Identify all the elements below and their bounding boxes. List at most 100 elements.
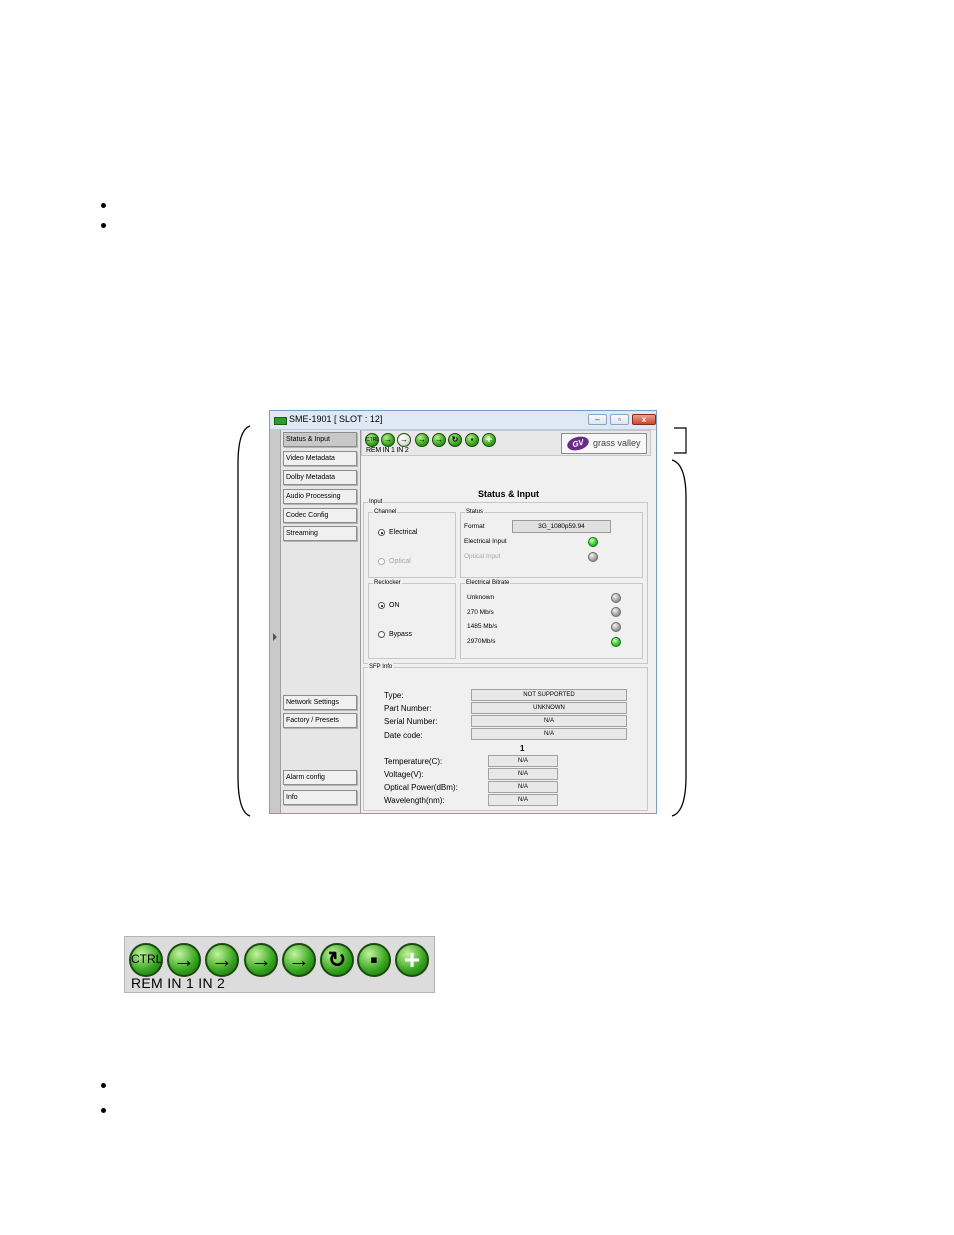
optical-input-label: Optical Input [464, 553, 501, 560]
collapse-strip[interactable] [270, 430, 281, 813]
app-window: SME-1901 [ SLOT : 12] – ▫ x Status & Inp… [269, 410, 657, 814]
electrical-input-label: Electrical Input [464, 538, 507, 545]
main-panel: CTRL → → → → ↻ ▪ + REM IN 1 IN 2 GV gras… [361, 430, 656, 813]
page-title: Status & Input [478, 489, 539, 499]
sidebar-nav: Status & Input Video Metadata Dolby Meta… [281, 430, 361, 813]
nav-streaming[interactable]: Streaming [283, 526, 357, 541]
radio-dot[interactable] [378, 558, 385, 565]
network-icon[interactable]: ▪ [357, 943, 391, 977]
sfp-part-label: Part Number: [384, 704, 432, 713]
bitrate-group: Electrical Bitrate Unknown 270 Mb/s 1485… [460, 579, 643, 659]
ctrl-icon[interactable]: CTRL [129, 943, 163, 977]
sfp-legend: SFP Info [368, 663, 394, 671]
bitrate-label: 2970Mb/s [467, 638, 496, 645]
nav-network-settings[interactable]: Network Settings [283, 695, 357, 710]
status-group: Status Format 3G_1080p59.94 Electrical I… [460, 508, 643, 578]
radio-reclocker-on[interactable]: ON [378, 602, 400, 609]
network-icon[interactable]: ▪ [465, 433, 479, 447]
plus-icon[interactable]: + [395, 943, 429, 977]
toolbar-labels: REM IN 1 IN 2 [366, 447, 409, 454]
sfp-optical-power-label: Optical Power(dBm): [384, 783, 458, 792]
sfp-wavelength-value: N/A [488, 794, 558, 806]
gv-mark-icon: GV [565, 434, 591, 453]
nav-audio-processing[interactable]: Audio Processing [283, 489, 357, 504]
reference-icon[interactable]: ↻ [448, 433, 462, 447]
reference-icon[interactable]: ↻ [320, 943, 354, 977]
minimize-button[interactable]: – [588, 414, 607, 425]
enlarged-status-toolbar: CTRL → → → → ↻ ▪ + REM IN 1 IN 2 [124, 936, 435, 993]
sfp-type-label: Type: [384, 691, 404, 700]
input2-arrow-icon[interactable]: → [397, 433, 411, 447]
sfp-type-value: NOT SUPPORTED [471, 689, 627, 701]
nav-status-input[interactable]: Status & Input [283, 432, 357, 447]
radio-on-label: ON [389, 602, 400, 609]
input-group: Input Channel Electrical Optical Status … [363, 498, 648, 664]
channel-legend: Channel [373, 508, 398, 516]
bitrate-led [611, 637, 621, 647]
right-bracket [671, 459, 687, 817]
radio-bypass-label: Bypass [389, 631, 412, 638]
logo-text: grass valley [593, 438, 641, 448]
radio-dot[interactable] [378, 631, 385, 638]
grass-valley-logo: GV grass valley [561, 433, 647, 454]
plus-icon[interactable]: + [482, 433, 496, 447]
sfp-serial-label: Serial Number: [384, 717, 438, 726]
input2-arrow-icon[interactable]: → [205, 943, 239, 977]
left-bracket [237, 425, 251, 817]
optical-input-led [588, 552, 598, 562]
reclocker-group: Reclocker ON Bypass [368, 579, 456, 659]
bitrate-led [611, 622, 621, 632]
sfp-channel-number: 1 [520, 744, 525, 753]
input1-arrow-icon[interactable]: → [167, 943, 201, 977]
bitrate-legend: Electrical Bitrate [465, 579, 511, 587]
nav-info[interactable]: Info [283, 790, 357, 805]
output2-arrow-icon[interactable]: → [282, 943, 316, 977]
status-legend: Status [465, 508, 485, 516]
radio-dot[interactable] [378, 529, 385, 536]
bullet-marker [101, 223, 106, 228]
radio-reclocker-bypass[interactable]: Bypass [378, 631, 412, 638]
radio-optical[interactable]: Optical [378, 558, 411, 565]
sfp-date-label: Date code: [384, 731, 423, 740]
input1-arrow-icon[interactable]: → [381, 433, 395, 447]
output2-arrow-icon[interactable]: → [432, 433, 446, 447]
sfp-serial-value: N/A [471, 715, 627, 727]
channel-group: Channel Electrical Optical [368, 508, 456, 578]
toolbar-labels: REM IN 1 IN 2 [131, 975, 226, 991]
reclocker-legend: Reclocker [373, 579, 402, 587]
radio-dot[interactable] [378, 602, 385, 609]
sfp-wavelength-label: Wavelength(nm): [384, 796, 445, 805]
nav-dolby-metadata[interactable]: Dolby Metadata [283, 470, 357, 485]
bitrate-label: 270 Mb/s [467, 609, 494, 616]
nav-alarm-config[interactable]: Alarm config [283, 770, 357, 785]
bullet-marker [101, 1083, 106, 1088]
nav-factory-presets[interactable]: Factory / Presets [283, 713, 357, 728]
nav-codec-config[interactable]: Codec Config [283, 508, 357, 523]
toolbar-bracket [674, 427, 687, 454]
bitrate-label: 1485 Mb/s [467, 623, 498, 630]
sfp-temperature-label: Temperature(C): [384, 757, 443, 766]
radio-electrical-label: Electrical [389, 529, 418, 536]
window-title: SME-1901 [ SLOT : 12] [289, 414, 383, 424]
ctrl-icon[interactable]: CTRL [365, 433, 379, 447]
status-toolbar: CTRL → → → → ↻ ▪ + REM IN 1 IN 2 GV gras… [361, 430, 651, 456]
bullet-marker [101, 203, 106, 208]
expand-arrow-icon[interactable] [273, 633, 277, 641]
format-value: 3G_1080p59.94 [512, 520, 611, 533]
title-bar[interactable]: SME-1901 [ SLOT : 12] – ▫ x [270, 411, 656, 430]
close-button[interactable]: x [632, 414, 656, 425]
input-legend: Input [368, 498, 384, 506]
sfp-temperature-value: N/A [488, 755, 558, 767]
output-arrow-icon[interactable]: → [244, 943, 278, 977]
output-arrow-icon[interactable]: → [415, 433, 429, 447]
radio-electrical[interactable]: Electrical [378, 529, 417, 536]
sfp-part-value: UNKNOWN [471, 702, 627, 714]
sfp-info-group: SFP Info Type: NOT SUPPORTED Part Number… [363, 663, 648, 811]
nav-video-metadata[interactable]: Video Metadata [283, 451, 357, 466]
sfp-voltage-value: N/A [488, 768, 558, 780]
bitrate-label: Unknown [467, 594, 495, 601]
maximize-button[interactable]: ▫ [610, 414, 629, 425]
bitrate-led [611, 593, 621, 603]
sfp-optical-power-value: N/A [488, 781, 558, 793]
electrical-input-led [588, 537, 598, 547]
